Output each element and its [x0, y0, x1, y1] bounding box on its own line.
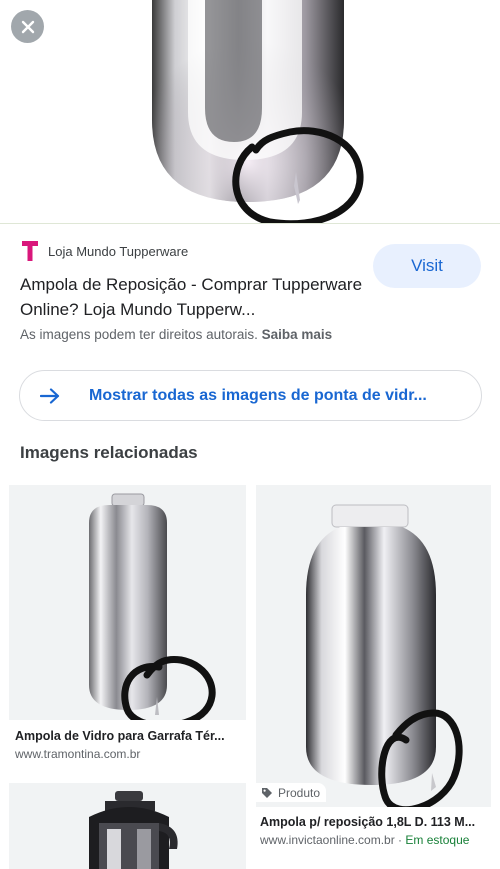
product-badge-label: Produto	[278, 786, 321, 800]
result-title[interactable]: Ampola de Reposição - Comprar Tupperware…	[20, 272, 365, 322]
source-name: Loja Mundo Tupperware	[48, 243, 189, 259]
product-badge: Produto	[256, 783, 327, 802]
related-image-caption: Ampola de Vidro para Garrafa Tér...	[15, 729, 225, 743]
arrow-right-icon	[20, 387, 80, 404]
show-all-label: Mostrar todas as imagens de ponta de vid…	[89, 386, 427, 404]
close-icon	[21, 20, 34, 33]
learn-more-link[interactable]: Saiba mais	[262, 327, 333, 342]
stock-separator: ·	[394, 833, 406, 847]
related-image	[9, 485, 246, 720]
related-images-heading: Imagens relacionadas	[20, 443, 198, 462]
copyright-notice: As imagens podem ter direitos autorais. …	[20, 327, 332, 342]
hero-image[interactable]	[0, 0, 500, 224]
source-row[interactable]: Loja Mundo Tupperware	[20, 240, 188, 262]
related-image-card[interactable]: Produto Ampola p/ reposição 1,8L D. 113 …	[256, 485, 491, 855]
related-image	[9, 783, 246, 869]
in-stock-label: Em estoque	[405, 833, 470, 847]
related-image-card[interactable]: Ampola de Vidro para Garrafa Tér... www.…	[9, 485, 246, 765]
related-image-card[interactable]	[9, 783, 246, 869]
related-image	[256, 485, 491, 807]
store-logo-icon	[20, 240, 40, 262]
thermos-flask-closeup-image	[152, 0, 364, 223]
related-image-domain: www.invictaonline.com.br	[260, 833, 395, 847]
related-image-domain: www.tramontina.com.br	[15, 747, 141, 761]
related-image-caption: Ampola p/ reposição 1,8L D. 113 M...	[260, 815, 476, 829]
visit-button[interactable]: Visit	[373, 244, 481, 288]
related-image-domain-row: www.invictaonline.com.br · Em estoque	[260, 833, 469, 847]
close-button[interactable]	[11, 10, 44, 43]
copyright-text: As imagens podem ter direitos autorais.	[20, 327, 258, 342]
tag-icon	[262, 788, 272, 798]
show-all-images-button[interactable]: Mostrar todas as imagens de ponta de vid…	[19, 370, 482, 421]
